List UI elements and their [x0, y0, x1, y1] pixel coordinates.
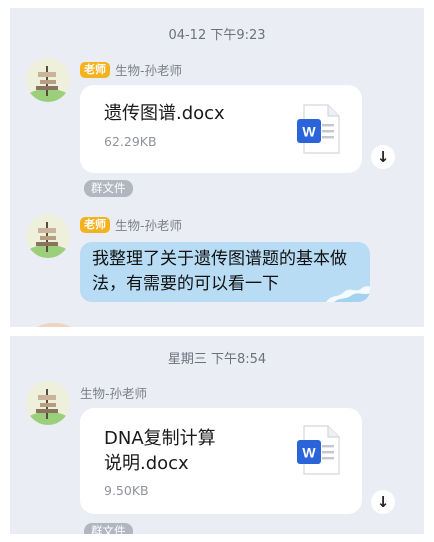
sender-info: 生物-孙老师 — [80, 383, 147, 402]
sender-name: 生物-孙老师 — [115, 63, 183, 78]
sender-name: 生物-孙老师 — [80, 386, 148, 401]
sender-avatar[interactable] — [26, 214, 70, 258]
svg-text:W: W — [302, 124, 316, 140]
sender-avatar[interactable] — [26, 381, 70, 425]
sender-name: 生物-孙老师 — [115, 218, 183, 233]
file-name: DNA复制计算 说明.docx — [104, 428, 216, 474]
file-name: 遗传图谱.docx — [104, 103, 225, 124]
chat-panel-1: 04-12 下午9:23 老师 生物-孙老师 遗传图谱.docx 62.29KB… — [10, 8, 424, 327]
group-file-tag[interactable]: 群文件 — [84, 523, 133, 534]
svg-text:W: W — [302, 445, 316, 461]
word-icon: W — [297, 425, 340, 475]
sender-info: 老师 生物-孙老师 — [80, 60, 182, 79]
role-badge: 老师 — [80, 216, 110, 233]
message-timestamp: 04-12 下午9:23 — [168, 28, 266, 43]
file-size: 9.50KB — [104, 483, 149, 498]
download-icon[interactable]: ↓ — [371, 490, 395, 514]
wave-decoration-icon — [326, 286, 370, 302]
file-card[interactable]: DNA复制计算 说明.docx 9.50KB W — [80, 408, 362, 514]
download-icon[interactable]: ↓ — [371, 145, 395, 169]
group-file-tag[interactable]: 群文件 — [84, 180, 133, 197]
file-size: 62.29KB — [104, 134, 157, 149]
partial-avatar — [34, 323, 74, 327]
role-badge: 老师 — [80, 61, 110, 78]
text-message-bubble[interactable]: 我整理了关于遗传图谱题的基本做法，有需要的可以看一下 — [80, 242, 370, 302]
word-icon: W — [297, 104, 340, 154]
chat-panel-2: 星期三 下午8:54 生物-孙老师 DNA复制计算 说明.docx 9.50KB… — [10, 336, 424, 534]
file-card[interactable]: 遗传图谱.docx 62.29KB W — [80, 85, 362, 173]
sender-avatar[interactable] — [26, 58, 70, 102]
message-timestamp: 星期三 下午8:54 — [167, 352, 267, 367]
sender-info: 老师 生物-孙老师 — [80, 215, 182, 234]
